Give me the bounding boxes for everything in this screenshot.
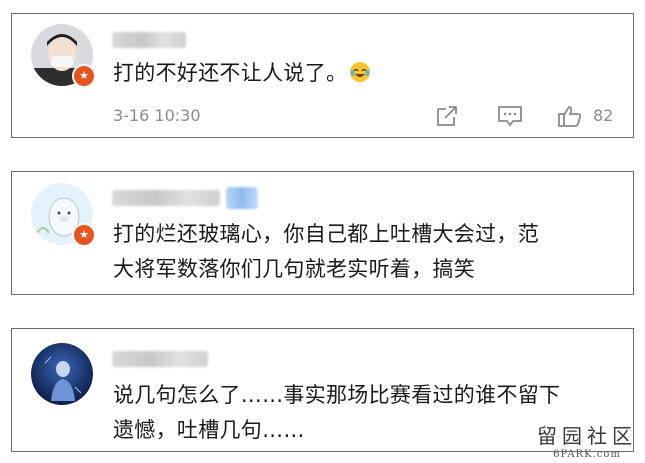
comment-line-1: 说几句怎么了……事实那场比赛看过的谁不留下 (113, 383, 561, 407)
username-blurred[interactable] (112, 351, 208, 367)
watermark-title: 留园社区 (537, 424, 637, 448)
like-icon[interactable] (557, 104, 583, 128)
avatar[interactable] (31, 343, 93, 405)
comment-body: 打的不好还不让人说了。 (113, 61, 348, 85)
watermark-site: 6PARK.com (553, 449, 621, 460)
username-blurred[interactable] (112, 190, 220, 206)
avatar[interactable]: ★ (31, 183, 96, 247)
avatar-image (31, 343, 93, 405)
timestamp: 3-16 10:30 (113, 106, 201, 125)
comment-line-2: 大将军数落你们几句就老实听着，搞笑 (113, 257, 476, 281)
comment-line-1: 打的烂还玻璃心，你自己都上吐槽大会过，范 (113, 222, 539, 246)
verified-badge-icon: ★ (72, 64, 96, 88)
comment-card: ★ 打的烂还玻璃心，你自己都上吐槽大会过，范 大将军数落你们几句就老实听着，搞笑 (11, 171, 634, 295)
comment-text: 打的不好还不让人说了。 (113, 56, 615, 91)
verified-badge-icon: ★ (72, 223, 96, 247)
like-count: 82 (593, 106, 614, 125)
site-watermark: 留园社区 6PARK.com (537, 420, 637, 460)
comment-card: ★ 打的不好还不让人说了。 3-16 10:30 82 (11, 13, 634, 138)
username-blurred[interactable] (112, 32, 186, 48)
comment-icon[interactable] (497, 104, 523, 128)
member-tag-blurred (226, 187, 258, 209)
comment-text: 打的烂还玻璃心，你自己都上吐槽大会过，范 大将军数落你们几句就老实听着，搞笑 (113, 217, 615, 287)
avatar[interactable]: ★ (31, 24, 96, 88)
share-icon[interactable] (435, 104, 459, 128)
laughing-tears-emoji-icon (350, 62, 371, 82)
